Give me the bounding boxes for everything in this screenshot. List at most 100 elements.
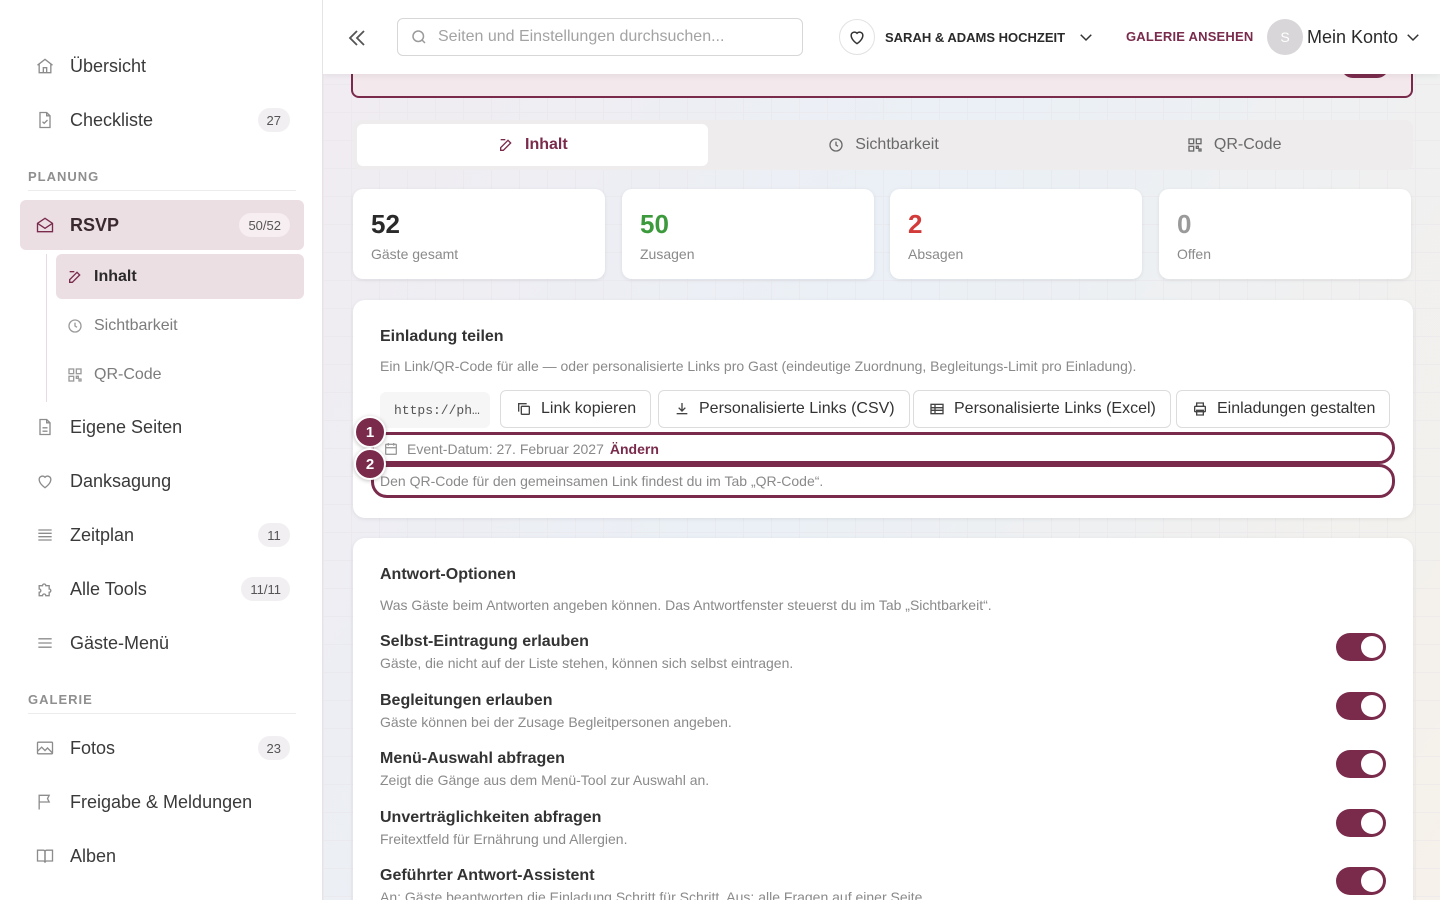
qr-code-icon [1186,136,1204,154]
change-date-link[interactable]: Ändern [610,441,659,457]
tab-qr-code[interactable]: QR-Code [1058,124,1409,166]
sidebar-subitem-label: Sichtbarkeit [94,316,178,334]
home-icon [34,55,56,77]
sidebar-item-gaeste-menue[interactable]: Gäste-Menü [20,618,304,668]
stat-label: Offen [1177,246,1211,262]
card-title: Antwort-Optionen [380,566,516,583]
share-invitation-card: Einladung teilen Ein Link/QR-Code für al… [353,300,1413,518]
divider [28,713,296,714]
document-icon [34,109,56,131]
option-description: Gäste, die nicht auf der Liste stehen, k… [380,655,794,671]
stat-value: 50 [640,209,669,239]
count-badge: 23 [257,736,290,760]
count-badge: 27 [257,108,290,132]
sidebar-subitem-qr-code[interactable]: QR-Code [56,352,304,397]
stat-card-open: 0 Offen [1159,189,1411,279]
view-gallery-link[interactable]: GALERIE ANSEHEN [1126,29,1253,44]
sidebar-item-alle-tools[interactable]: Alle Tools 11/11 [20,564,304,614]
option-toggle[interactable] [1336,750,1386,778]
edit-icon [497,136,515,154]
sidebar-item-eigene-seiten[interactable]: Eigene Seiten [20,402,304,452]
printer-icon [1191,400,1209,418]
sidebar-item-rsvp[interactable]: RSVP 50/52 [20,200,304,250]
section-label-planung: PLANUNG [28,169,100,184]
account-menu[interactable]: S Mein Konto [1267,18,1422,56]
sidebar-item-zeitplan[interactable]: Zeitplan 11 [20,510,304,560]
card-description: Was Gäste beim Antworten angeben können.… [380,597,992,613]
collapse-sidebar-icon[interactable] [343,24,371,52]
step-marker-2: 2 [354,448,386,480]
sidebar-item-label: Danksagung [70,470,172,491]
qr-code-icon [66,366,84,384]
document-icon [34,416,56,438]
button-label: Link kopieren [541,400,637,417]
button-label: Einladungen gestalten [1217,400,1376,417]
option-description: Zeigt die Gänge aus dem Menü-Tool zur Au… [380,772,710,788]
event-switcher[interactable]: SARAH & ADAMS HOCHZEIT [839,18,1095,56]
option-toggle[interactable] [1336,692,1386,720]
option-title: Geführter Antwort-Assistent [380,867,595,884]
option-toggle[interactable] [1336,867,1386,895]
sidebar-item-checkliste[interactable]: Checkliste 27 [20,95,304,145]
stat-label: Zusagen [640,246,695,262]
search-field[interactable] [397,18,803,56]
option-description: Gäste können bei der Zusage Begleitperso… [380,714,732,730]
count-badge: 11 [258,523,290,547]
sidebar-item-label: Freigabe & Meldungen [70,791,253,812]
stat-value: 0 [1177,209,1192,239]
copy-link-button[interactable]: Link kopieren [500,390,652,428]
option-description: Freitextfeld für Ernährung und Allergien… [380,831,628,847]
design-invitations-button[interactable]: Einladungen gestalten [1176,390,1391,428]
personalized-links-excel-button[interactable]: Personalisierte Links (Excel) [913,390,1171,428]
personalized-links-csv-button[interactable]: Personalisierte Links (CSV) [658,390,910,428]
flag-icon [34,791,56,813]
option-title: Begleitungen erlauben [380,692,553,709]
option-description: An: Gäste beantworten die Einladung Schr… [380,889,927,900]
heart-icon [839,19,875,55]
option-title: Selbst-Eintragung erlauben [380,633,589,650]
rsvp-tabs: Inhalt Sichtbarkeit QR-Code [353,120,1413,170]
edit-icon [66,268,84,286]
puzzle-icon [34,578,56,600]
sidebar-item-label: Checkliste [70,109,154,130]
section-label-galerie: GALERIE [28,692,93,707]
chevron-down-icon [1080,34,1092,42]
clock-icon [66,317,84,335]
sidebar-item-label: Alben [70,845,117,866]
image-icon [34,737,56,759]
card-description: Ein Link/QR-Code für alle — oder persona… [380,358,1137,374]
option-toggle[interactable] [1336,633,1386,661]
sidebar: Übersicht Checkliste 27 PLANUNG RSVP 50/… [0,0,323,900]
account-label: Mein Konto [1307,26,1399,47]
envelope-icon [34,214,56,236]
main-content: SARAH & ADAMS HOCHZEIT GALERIE ANSEHEN S… [323,0,1440,900]
tab-inhalt[interactable]: Inhalt [357,124,708,166]
stat-card-accepted: 50 Zusagen [622,189,874,279]
sidebar-item-label: Fotos [70,737,116,758]
search-input[interactable] [438,28,788,46]
event-name: SARAH & ADAMS HOCHZEIT [885,29,1066,45]
count-badge: 50/52 [239,213,290,237]
sidebar-subitem-inhalt[interactable]: Inhalt [56,254,304,299]
sidebar-item-uebersicht[interactable]: Übersicht [20,41,304,91]
sidebar-item-fotos[interactable]: Fotos 23 [20,723,304,773]
search-icon [412,30,426,44]
event-date-line: Event-Datum: 27. Februar 2027 Ändern [383,441,659,457]
share-link-field[interactable]: https://ph… [380,392,490,428]
tab-sichtbarkeit[interactable]: Sichtbarkeit [708,124,1059,166]
sub-nav-rail [46,254,47,402]
card-title: Einladung teilen [380,328,504,345]
topbar: SARAH & ADAMS HOCHZEIT GALERIE ANSEHEN S… [323,0,1440,74]
option-toggle[interactable] [1336,809,1386,837]
sidebar-item-danksagung[interactable]: Danksagung [20,456,304,506]
sidebar-item-label: Übersicht [70,55,147,76]
sidebar-subitem-sichtbarkeit[interactable]: Sichtbarkeit [56,303,304,348]
stat-value: 52 [371,209,400,239]
stat-card-declined: 2 Absagen [890,189,1142,279]
sidebar-subitem-label: Inhalt [94,267,137,285]
sidebar-item-label: Gäste-Menü [70,632,170,653]
chevron-down-icon [1407,34,1419,42]
sidebar-item-alben[interactable]: Alben [20,831,304,881]
sidebar-item-label: Zeitplan [70,524,135,545]
sidebar-item-freigabe[interactable]: Freigabe & Meldungen [20,777,304,827]
